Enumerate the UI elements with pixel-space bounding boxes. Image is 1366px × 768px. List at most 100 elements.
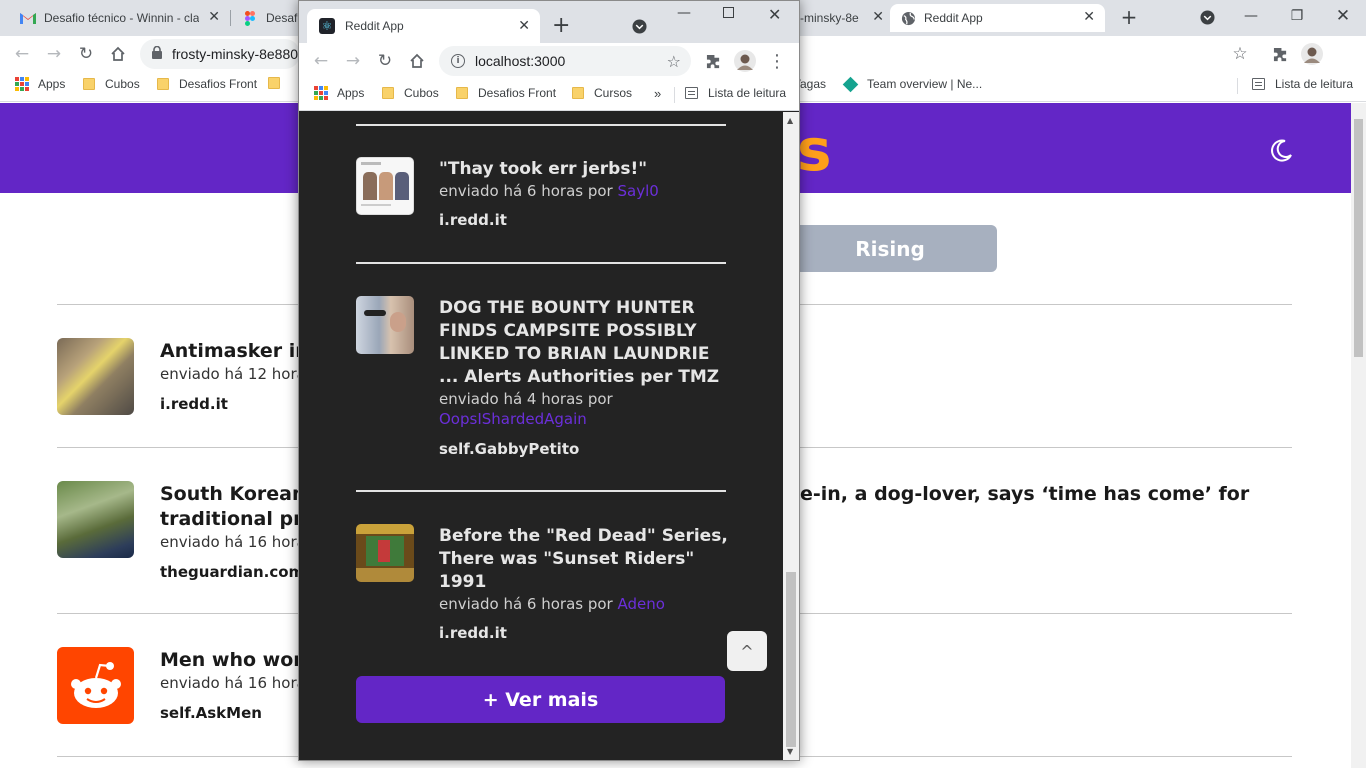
back-button[interactable]: ← bbox=[10, 42, 34, 66]
bg-address-bar[interactable]: frosty-minsky-8e880 bbox=[140, 39, 300, 69]
bookmark-cubos[interactable]: Cubos bbox=[83, 77, 140, 91]
home-button[interactable] bbox=[405, 49, 429, 73]
lock-icon bbox=[152, 45, 162, 63]
post-author-link[interactable]: OopsIShardedAgain bbox=[439, 410, 587, 428]
forward-button[interactable]: → bbox=[42, 42, 66, 66]
post-meta: enviado há 16 hora bbox=[160, 533, 306, 551]
scroll-up-arrow-icon[interactable]: ▲ bbox=[787, 116, 793, 125]
home-icon bbox=[111, 46, 125, 61]
menu-kebab-icon[interactable]: ⋮ bbox=[765, 49, 789, 73]
post-title-continued[interactable]: e-in, a dog-lover, says ‘time has come’ … bbox=[800, 483, 1249, 505]
bookmark-vagas[interactable]: Vagas bbox=[800, 77, 826, 91]
forward-button[interactable]: → bbox=[341, 49, 365, 73]
bookmark-label: Apps bbox=[38, 77, 66, 91]
info-icon: i bbox=[451, 54, 465, 68]
dark-mode-toggle[interactable] bbox=[1268, 138, 1294, 164]
bookmark-team-overview[interactable]: Team overview | Ne... bbox=[842, 76, 982, 92]
reading-list-icon bbox=[1252, 78, 1265, 90]
profile-avatar[interactable] bbox=[733, 49, 757, 73]
close-icon[interactable]: ✕ bbox=[872, 9, 884, 25]
bookmark-cursos-partial[interactable] bbox=[268, 77, 290, 89]
close-window-button[interactable]: ✕ bbox=[768, 5, 781, 24]
bg-tab-figma[interactable]: Desafi bbox=[236, 4, 300, 32]
bookmark-reading-list[interactable]: Lista de leitura bbox=[1252, 77, 1353, 91]
folder-icon bbox=[456, 87, 468, 99]
post-thumbnail bbox=[57, 481, 134, 558]
bg-tab-gmail[interactable]: Desafio técnico - Winnin - cla ✕ bbox=[12, 4, 226, 32]
address-text: localhost:3000 bbox=[475, 53, 566, 69]
bookmark-star-icon[interactable]: ☆ bbox=[667, 52, 681, 71]
post-title[interactable]: Antimasker in bbox=[160, 340, 309, 362]
post-domain[interactable]: self.GabbyPetito bbox=[439, 440, 579, 458]
post-title[interactable]: Men who work bbox=[160, 649, 315, 671]
close-window-button[interactable]: ✕ bbox=[1320, 0, 1366, 32]
bookmark-cursos[interactable]: Cursos bbox=[572, 86, 632, 100]
post-meta: enviado há 6 horas por Sayl0 bbox=[439, 181, 739, 201]
bookmarks-overflow-button[interactable]: » bbox=[654, 86, 661, 101]
bookmark-apps[interactable]: Apps bbox=[314, 86, 364, 100]
post-title-line-2[interactable]: traditional pra bbox=[160, 508, 315, 530]
scrollbar-thumb[interactable] bbox=[786, 572, 796, 747]
maximize-button[interactable] bbox=[723, 7, 734, 18]
post-domain[interactable]: i.redd.it bbox=[160, 395, 228, 413]
bookmark-reading-list[interactable]: Lista de leitura bbox=[685, 86, 786, 100]
see-more-button[interactable]: + Ver mais bbox=[356, 676, 725, 723]
fg-tab-reddit-app[interactable]: ⚛ Reddit App ✕ bbox=[307, 9, 540, 43]
post-title[interactable]: DOG THE BOUNTY HUNTER FINDS CAMPSITE POS… bbox=[439, 297, 729, 389]
fg-page-content: "Thay took err jerbs!" enviado há 6 hora… bbox=[299, 112, 783, 760]
restore-button[interactable]: ❐ bbox=[1274, 0, 1320, 32]
fg-address-bar[interactable]: i localhost:3000 ☆ bbox=[439, 46, 691, 76]
bg-tab-reddit-app[interactable]: Reddit App ✕ bbox=[890, 4, 1105, 32]
close-icon[interactable]: ✕ bbox=[1083, 9, 1095, 25]
tab-title: -minsky-8e bbox=[800, 11, 859, 25]
extensions-icon[interactable] bbox=[1268, 42, 1292, 66]
reddit-logo-icon bbox=[57, 647, 134, 724]
post-thumbnail bbox=[356, 524, 414, 582]
bookmark-desafios-front[interactable]: Desafios Front bbox=[456, 86, 556, 100]
new-tab-button[interactable]: + bbox=[552, 13, 570, 38]
post-author-link[interactable]: Sayl0 bbox=[617, 182, 658, 200]
bg-page-scrollbar[interactable] bbox=[1351, 103, 1366, 768]
folder-icon bbox=[157, 78, 169, 90]
bookmark-label: Lista de leitura bbox=[1275, 77, 1354, 91]
post-domain[interactable]: i.redd.it bbox=[439, 624, 507, 642]
bookmark-apps[interactable]: Apps bbox=[15, 77, 65, 91]
reload-button[interactable]: ↻ bbox=[373, 49, 397, 73]
folder-icon bbox=[268, 77, 280, 89]
tab-search-button[interactable] bbox=[1195, 5, 1219, 29]
home-button[interactable] bbox=[106, 42, 130, 66]
post-domain[interactable]: self.AskMen bbox=[160, 704, 262, 722]
bookmark-desafios-front[interactable]: Desafios Front bbox=[157, 77, 257, 91]
post-author-link[interactable]: Adeno bbox=[617, 595, 664, 613]
tab-title: Desafi bbox=[266, 11, 300, 25]
chevron-down-icon bbox=[1199, 9, 1215, 25]
moon-icon bbox=[1271, 139, 1292, 162]
minimize-button[interactable]: — bbox=[677, 5, 691, 21]
back-button[interactable]: ← bbox=[309, 49, 333, 73]
fg-page-scrollbar[interactable]: ▲ ▼ bbox=[783, 112, 799, 760]
tab-search-button[interactable] bbox=[632, 19, 647, 38]
post-meta-text: enviado há 6 horas por bbox=[439, 595, 618, 613]
back-to-top-button[interactable]: ^ bbox=[727, 631, 767, 671]
scrollbar-thumb[interactable] bbox=[1354, 119, 1363, 357]
scroll-down-arrow-icon[interactable]: ▼ bbox=[787, 747, 793, 756]
bookmark-cubos[interactable]: Cubos bbox=[382, 86, 439, 100]
post-title[interactable]: Before the "Red Dead" Series, There was … bbox=[439, 525, 729, 594]
rising-filter-button[interactable]: Rising bbox=[783, 225, 997, 272]
post-domain[interactable]: i.redd.it bbox=[439, 211, 507, 229]
chevron-down-icon bbox=[632, 19, 647, 34]
react-icon: ⚛ bbox=[319, 18, 335, 34]
close-icon[interactable]: ✕ bbox=[518, 18, 530, 34]
extensions-icon[interactable] bbox=[701, 49, 725, 73]
bookmark-star-icon[interactable]: ☆ bbox=[1228, 42, 1252, 66]
post-domain[interactable]: theguardian.com bbox=[160, 563, 304, 581]
tab-title: Desafio técnico - Winnin - cla bbox=[44, 11, 200, 25]
tab-title: Reddit App bbox=[345, 19, 404, 33]
close-icon[interactable]: ✕ bbox=[208, 9, 220, 25]
minimize-button[interactable]: — bbox=[1228, 0, 1274, 32]
profile-avatar[interactable] bbox=[1300, 42, 1324, 66]
post-title[interactable]: "Thay took err jerbs!" bbox=[439, 158, 729, 181]
reload-button[interactable]: ↻ bbox=[74, 42, 98, 66]
new-tab-button[interactable]: + bbox=[1117, 5, 1141, 29]
bg-tab-netlify[interactable]: -minsky-8e ✕ bbox=[800, 4, 886, 32]
